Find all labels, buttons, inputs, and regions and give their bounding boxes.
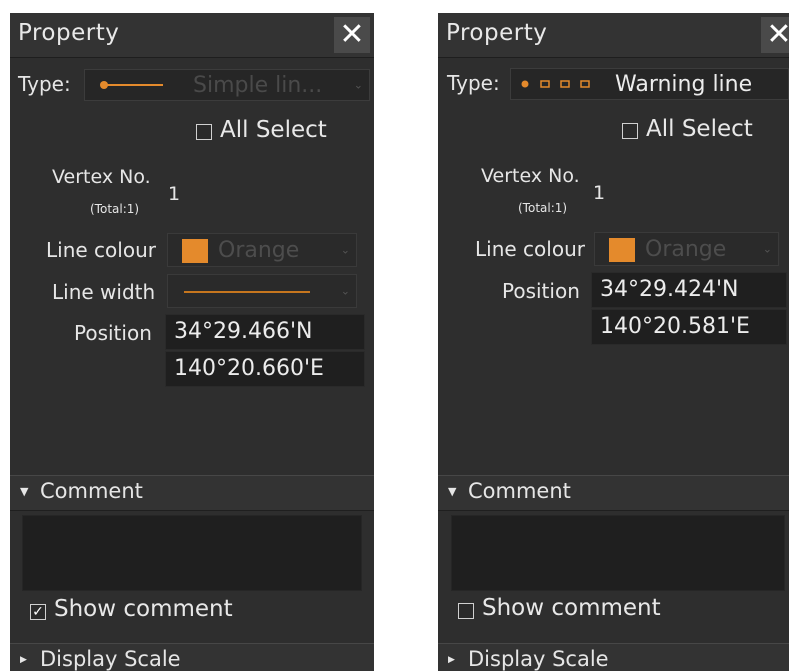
vertex-total: (Total:1)	[518, 201, 568, 215]
vertex-total: (Total:1)	[90, 202, 140, 216]
latitude-field[interactable]: 34°29.424'N	[591, 272, 787, 308]
warning-line-icon	[521, 80, 590, 88]
longitude-field[interactable]: 140°20.581'E	[591, 309, 787, 345]
chevron-down-icon: ⌄	[353, 78, 363, 92]
colour-swatch	[182, 239, 208, 263]
line-colour-label: Line colour	[475, 237, 585, 261]
close-button[interactable]: ✕	[334, 17, 370, 53]
line-colour-value: Orange	[645, 237, 727, 262]
all-select-checkbox[interactable]	[622, 123, 638, 139]
title-bar: Property ✕	[438, 13, 789, 58]
line-colour-dropdown[interactable]: Orange ⌄	[167, 233, 357, 267]
position-label: Position	[74, 321, 152, 345]
comment-textarea[interactable]	[22, 515, 362, 591]
line-width-dropdown[interactable]: ⌄	[167, 274, 357, 308]
display-scale-section-header[interactable]: ▶ Display Scale	[10, 643, 374, 671]
latitude-field[interactable]: 34°29.466'N	[165, 314, 365, 350]
title-bar: Property ✕	[10, 13, 374, 58]
display-scale-header-label: Display Scale	[40, 647, 181, 671]
all-select-checkbox[interactable]	[196, 124, 212, 140]
all-select-label: All Select	[646, 116, 753, 142]
show-comment-checkbox[interactable]: ✓	[30, 604, 46, 620]
panel-title: Property	[446, 20, 548, 46]
type-value: Warning line	[615, 71, 753, 97]
chevron-down-icon: ⌄	[340, 243, 350, 257]
comment-textarea[interactable]	[451, 515, 785, 591]
longitude-field[interactable]: 140°20.660'E	[165, 351, 365, 387]
line-colour-value: Orange	[218, 238, 300, 263]
type-label: Type:	[447, 71, 500, 95]
chevron-down-icon: ⌄	[762, 242, 772, 256]
close-icon: ✕	[766, 17, 789, 52]
display-scale-section-header[interactable]: ▶ Display Scale	[438, 643, 789, 671]
comment-header-label: Comment	[468, 479, 571, 503]
vertex-number: 1	[168, 183, 181, 205]
expand-arrow-icon: ▼	[448, 485, 457, 498]
line-width-label: Line width	[52, 280, 156, 304]
line-colour-label: Line colour	[46, 238, 156, 262]
position-label: Position	[502, 279, 580, 303]
chevron-down-icon: ⌄	[340, 284, 350, 298]
vertex-no-label: Vertex No.	[52, 166, 151, 188]
show-comment-checkbox[interactable]	[458, 603, 474, 619]
show-comment-label: Show comment	[54, 596, 233, 622]
comment-section-header[interactable]: ▼ Comment	[438, 475, 789, 511]
close-button[interactable]: ✕	[761, 17, 789, 53]
line-colour-dropdown[interactable]: Orange ⌄	[594, 232, 779, 266]
type-dropdown[interactable]: Warning line	[510, 68, 789, 100]
expand-arrow-icon: ▼	[20, 485, 29, 498]
checkmark-icon: ✓	[32, 604, 44, 620]
show-comment-label: Show comment	[482, 595, 661, 621]
panel-title: Property	[18, 20, 120, 46]
property-panel-left: Property ✕ Type: Simple lin... ⌄ All Sel…	[10, 13, 374, 671]
type-value: Simple lin...	[193, 72, 323, 98]
comment-header-label: Comment	[40, 479, 143, 503]
type-dropdown[interactable]: Simple lin... ⌄	[84, 69, 370, 101]
type-label: Type:	[18, 72, 71, 96]
vertex-no-label: Vertex No.	[481, 165, 580, 187]
collapse-arrow-icon: ▶	[20, 655, 27, 665]
simple-line-icon	[100, 81, 163, 89]
all-select-label: All Select	[220, 117, 327, 143]
comment-section-header[interactable]: ▼ Comment	[10, 475, 374, 511]
display-scale-header-label: Display Scale	[468, 647, 609, 671]
vertex-number: 1	[593, 182, 606, 204]
property-panel-right: Property ✕ Type: Warning line All Select…	[438, 13, 789, 671]
colour-swatch	[609, 238, 635, 262]
collapse-arrow-icon: ▶	[448, 655, 455, 665]
close-icon: ✕	[339, 17, 365, 52]
line-width-preview	[184, 291, 310, 293]
